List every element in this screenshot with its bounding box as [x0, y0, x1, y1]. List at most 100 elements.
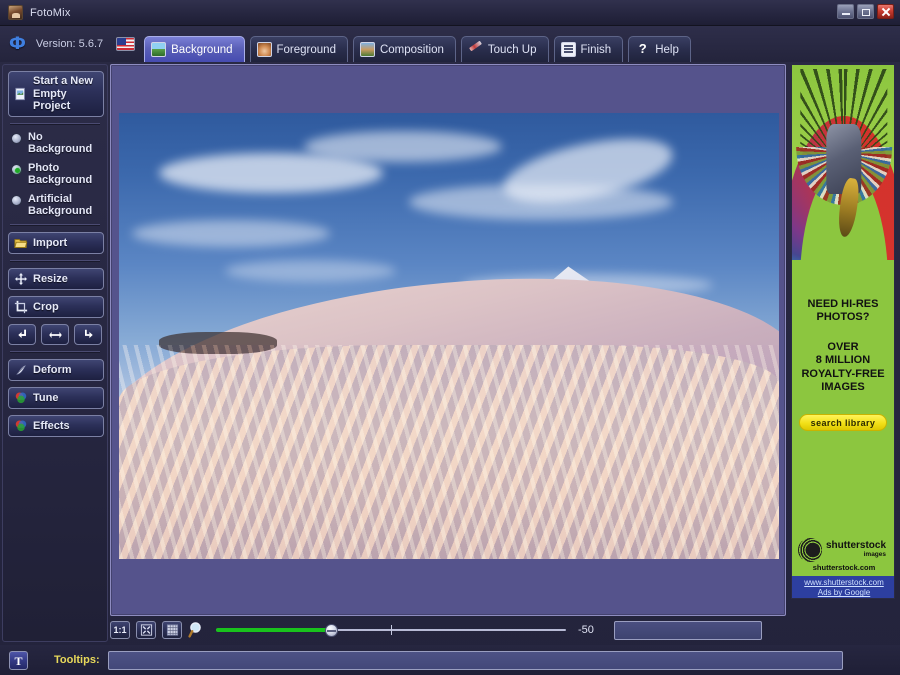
- tooltip-toggle-icon[interactable]: T: [9, 651, 28, 670]
- radio-label: Artificial Background: [28, 193, 92, 217]
- move-arrows-icon: [14, 272, 28, 286]
- tab-label: Foreground: [277, 44, 336, 56]
- zoom-value-label: -50: [578, 624, 604, 636]
- new-document-icon: [14, 87, 28, 101]
- slider-fill: [216, 628, 332, 632]
- portrait-icon: [257, 42, 272, 57]
- radio-photo-background[interactable]: Photo Background: [11, 162, 102, 186]
- ad-artwork: [792, 65, 895, 260]
- app-photo-icon: [8, 5, 23, 20]
- ad-subtext: OVER 8 MILLION ROYALTY-FREE IMAGES: [792, 341, 894, 394]
- window-title: FotoMix: [30, 7, 71, 19]
- shutterstock-logo-icon: [798, 538, 822, 562]
- maximize-button[interactable]: [857, 4, 874, 19]
- window-controls: [837, 4, 894, 19]
- color-wheel-icon: [14, 391, 28, 405]
- radio-label: No Background: [28, 131, 92, 155]
- landscape-icon: [151, 42, 166, 57]
- effects-label: Effects: [33, 420, 70, 433]
- radio-no-background[interactable]: No Background: [11, 131, 102, 155]
- tune-label: Tune: [33, 392, 58, 405]
- tab-touch-up[interactable]: Touch Up: [461, 36, 549, 62]
- version-label: Version: 5.6.7: [36, 38, 103, 50]
- tooltips-bar: T Tooltips:: [0, 645, 900, 675]
- grid-button[interactable]: [162, 621, 182, 639]
- rotate-flip-group: [8, 324, 102, 345]
- effects-wheel-icon: [14, 419, 28, 433]
- search-library-button[interactable]: search library: [799, 414, 887, 431]
- grid-icon: [166, 624, 179, 636]
- radio-label: Photo Background: [28, 162, 92, 186]
- composite-icon: [360, 42, 375, 57]
- rotate-left-icon: [15, 328, 30, 342]
- tooltips-label: Tooltips:: [54, 654, 100, 666]
- start-new-project-label: Start a New Empty Project: [33, 75, 98, 113]
- ad-footer[interactable]: www.shutterstock.com Ads by Google: [792, 576, 895, 598]
- minimize-button[interactable]: [837, 4, 854, 19]
- close-button[interactable]: [877, 4, 894, 19]
- divider: [10, 224, 100, 225]
- divider: [10, 123, 100, 124]
- deform-label: Deform: [33, 364, 72, 377]
- tab-label: Background: [171, 44, 232, 56]
- fit-window-button[interactable]: [136, 621, 156, 639]
- tab-background[interactable]: Background: [144, 36, 244, 62]
- toolbar-text-field[interactable]: [614, 621, 762, 640]
- question-icon: ?: [635, 42, 650, 57]
- tab-label: Finish: [581, 44, 612, 56]
- tune-button[interactable]: Tune: [8, 387, 104, 409]
- crop-button[interactable]: Crop: [8, 296, 104, 318]
- crop-icon: [14, 300, 28, 314]
- background-photo[interactable]: [119, 113, 779, 559]
- zoom-slider[interactable]: [216, 622, 566, 638]
- snow-field: [119, 345, 779, 559]
- cloud: [132, 220, 330, 247]
- tab-help[interactable]: ? Help: [628, 36, 691, 62]
- divider: [10, 351, 100, 352]
- deform-button[interactable]: Deform: [8, 359, 104, 381]
- brand-text: shutterstock images: [826, 541, 886, 558]
- resize-label: Resize: [33, 273, 68, 286]
- tab-label: Composition: [380, 44, 444, 56]
- brush-icon: [468, 42, 483, 57]
- radio-indicator-selected: [11, 164, 22, 175]
- resize-button[interactable]: Resize: [8, 268, 104, 290]
- divider: [10, 260, 100, 261]
- magnifier-icon[interactable]: [188, 621, 206, 639]
- header-bar: Ф Version: 5.6.7 Background Foreground C…: [0, 26, 900, 62]
- rotate-right-button[interactable]: [74, 324, 102, 345]
- app-logo: Ф: [9, 34, 26, 54]
- rotate-right-icon: [81, 328, 96, 342]
- slider-center-tick: [391, 625, 392, 635]
- main-tabs: Background Foreground Composition Touch …: [144, 26, 691, 62]
- brand-url: shutterstock.com: [792, 563, 895, 572]
- left-sidebar: Start a New Empty Project No Background …: [2, 64, 108, 642]
- zoom-1-1-button[interactable]: 1:1: [110, 621, 130, 639]
- radio-indicator: [11, 133, 22, 144]
- image-canvas[interactable]: [110, 64, 786, 616]
- start-new-empty-project-button[interactable]: Start a New Empty Project: [8, 71, 104, 117]
- tab-label: Help: [655, 44, 679, 56]
- tab-finish[interactable]: Finish: [554, 36, 624, 62]
- import-label: Import: [33, 237, 67, 250]
- radio-artificial-background[interactable]: Artificial Background: [11, 193, 102, 217]
- tab-foreground[interactable]: Foreground: [250, 36, 348, 62]
- flip-horizontal-icon: [48, 328, 63, 342]
- effects-button[interactable]: Effects: [8, 415, 104, 437]
- rotate-left-button[interactable]: [8, 324, 36, 345]
- flip-horizontal-button[interactable]: [41, 324, 69, 345]
- title-bar: FotoMix: [0, 0, 900, 26]
- slider-handle[interactable]: [325, 624, 338, 637]
- cloud: [304, 131, 502, 162]
- ad-footer-url[interactable]: www.shutterstock.com: [792, 578, 895, 588]
- fit-window-icon: [140, 624, 153, 636]
- advertisement-panel[interactable]: NEED HI-RES PHOTOS? OVER 8 MILLION ROYAL…: [791, 64, 895, 599]
- import-button[interactable]: Import: [8, 232, 104, 254]
- tab-composition[interactable]: Composition: [353, 36, 456, 62]
- ads-by-google-label[interactable]: Ads by Google: [792, 588, 895, 598]
- ad-headline: NEED HI-RES PHOTOS?: [792, 298, 894, 323]
- shutterstock-brand: shutterstock images: [792, 538, 895, 562]
- radio-indicator: [11, 195, 22, 206]
- canvas-toolbar: 1:1 -50: [110, 618, 786, 642]
- us-flag-icon[interactable]: [116, 37, 135, 51]
